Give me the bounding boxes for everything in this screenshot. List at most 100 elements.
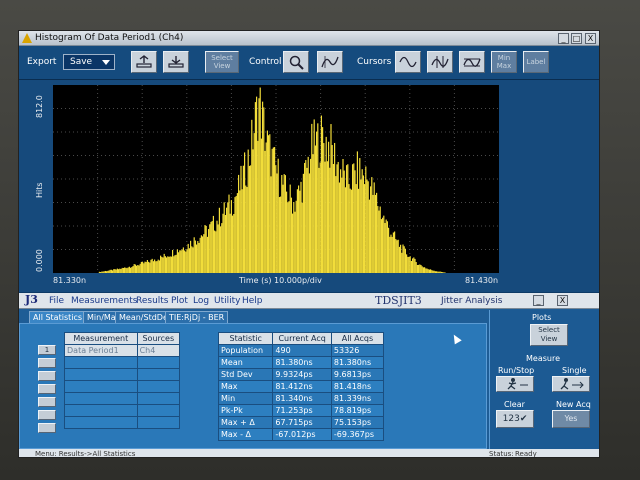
source-cell[interactable] bbox=[136, 392, 181, 405]
close-button[interactable]: X bbox=[585, 33, 596, 44]
tab-all-statistics[interactable]: All Statistics bbox=[29, 311, 87, 323]
app-close-button[interactable]: X bbox=[557, 295, 568, 306]
zoom-button[interactable] bbox=[283, 51, 309, 73]
histogram-bar bbox=[374, 194, 376, 273]
histogram-bar bbox=[347, 164, 349, 273]
table-row[interactable] bbox=[64, 368, 181, 381]
measurement-cell[interactable] bbox=[64, 416, 138, 429]
single-step-icon bbox=[560, 378, 584, 390]
export-up-button[interactable] bbox=[131, 51, 157, 73]
select-view-button[interactable]: Select View bbox=[205, 51, 239, 73]
histogram-bar bbox=[302, 173, 304, 273]
clear-label: Clear bbox=[504, 400, 525, 409]
current-acq-cell: 9.9324ps bbox=[272, 368, 332, 381]
cursor-horizontal-button[interactable] bbox=[459, 51, 485, 73]
histogram-bar bbox=[389, 236, 391, 273]
source-cell[interactable]: Ch4 bbox=[136, 344, 181, 357]
waveform-button[interactable] bbox=[317, 51, 343, 73]
menu-log[interactable]: Log bbox=[193, 296, 209, 306]
measurement-cell[interactable]: Data Period1 bbox=[64, 344, 138, 357]
histogram-bar bbox=[325, 136, 327, 273]
export-down-button[interactable] bbox=[163, 51, 189, 73]
app-minimize-button[interactable]: _ bbox=[533, 295, 544, 306]
clear-button[interactable]: 123✔ bbox=[496, 410, 534, 428]
row-select-button[interactable] bbox=[38, 410, 56, 420]
histogram-bar bbox=[406, 254, 408, 273]
menu-help[interactable]: Help bbox=[242, 296, 263, 306]
source-cell[interactable] bbox=[136, 356, 181, 369]
statistic-cell: Max + Δ bbox=[217, 416, 274, 429]
histogram-bar bbox=[431, 270, 433, 273]
row-select-button[interactable] bbox=[38, 397, 56, 407]
menu-measurements[interactable]: Measurements bbox=[71, 296, 137, 306]
table-row[interactable] bbox=[64, 392, 181, 405]
run-stop-button[interactable] bbox=[496, 376, 534, 392]
result-tabs: All Statistics Min/Max Mean/StdDev TIE:R… bbox=[19, 310, 487, 323]
table-row[interactable] bbox=[64, 416, 181, 429]
table-row[interactable] bbox=[64, 356, 181, 369]
all-acqs-cell: 9.6813ps bbox=[330, 368, 385, 381]
histogram-bar bbox=[296, 189, 298, 273]
histogram-bar bbox=[176, 249, 178, 273]
min-max-button[interactable]: Min Max bbox=[491, 51, 517, 73]
all-acqs-cell: 81.380ns bbox=[330, 356, 385, 369]
histogram-bar bbox=[188, 248, 190, 273]
histogram-bar bbox=[167, 256, 169, 273]
histogram-bar bbox=[388, 227, 390, 273]
cursor-vertical-button[interactable] bbox=[427, 51, 453, 73]
plots-label: Plots bbox=[532, 313, 552, 322]
histogram-bar bbox=[402, 244, 404, 273]
export-label: Export bbox=[27, 57, 57, 67]
save-dropdown[interactable]: Save bbox=[63, 54, 115, 70]
table-row[interactable] bbox=[64, 380, 181, 393]
histogram-bar bbox=[106, 271, 108, 273]
current-acq-cell: 67.715ps bbox=[272, 416, 332, 429]
histogram-bar bbox=[209, 224, 211, 273]
measurement-cell[interactable] bbox=[64, 392, 138, 405]
source-cell[interactable] bbox=[136, 416, 181, 429]
cursor-wave-button[interactable] bbox=[395, 51, 421, 73]
table-row[interactable]: Data Period1 Ch4 bbox=[64, 344, 181, 357]
menu-results[interactable]: Results bbox=[136, 296, 169, 306]
source-cell[interactable] bbox=[136, 380, 181, 393]
histogram-bar bbox=[367, 181, 369, 273]
minimize-button[interactable]: _ bbox=[558, 33, 569, 44]
row-select-button[interactable] bbox=[38, 358, 56, 368]
row-select-button[interactable]: 1 bbox=[38, 345, 56, 355]
histogram-bar bbox=[362, 175, 364, 273]
histogram-bar bbox=[391, 236, 393, 273]
menu-utility[interactable]: Utility bbox=[214, 296, 240, 306]
row-select-button[interactable] bbox=[38, 371, 56, 381]
histogram-bar bbox=[204, 225, 206, 273]
measurement-cell[interactable] bbox=[64, 368, 138, 381]
row-select-button[interactable] bbox=[38, 384, 56, 394]
histogram-bar bbox=[235, 195, 237, 273]
tab-tie-rjdj-ber[interactable]: TIE:RjDj - BER bbox=[165, 311, 229, 323]
measurement-cell[interactable] bbox=[64, 356, 138, 369]
histogram-bar bbox=[169, 256, 171, 273]
measurement-cell[interactable] bbox=[64, 380, 138, 393]
histogram-bar bbox=[404, 248, 406, 273]
histogram-bar bbox=[259, 87, 261, 273]
histogram-bar bbox=[326, 161, 328, 273]
histogram-bar bbox=[430, 269, 432, 273]
plots-select-view-button[interactable]: Select View bbox=[530, 324, 568, 346]
new-acq-yes-button[interactable]: Yes bbox=[552, 410, 590, 428]
measurement-cell[interactable] bbox=[64, 404, 138, 417]
histogram-bar bbox=[277, 158, 279, 273]
maximize-button[interactable]: □ bbox=[571, 33, 582, 44]
row-select-button[interactable] bbox=[38, 423, 56, 433]
menu-file[interactable]: File bbox=[49, 296, 64, 306]
source-cell[interactable] bbox=[136, 404, 181, 417]
label-button[interactable]: Label bbox=[523, 51, 549, 73]
source-cell[interactable] bbox=[136, 368, 181, 381]
menu-plot[interactable]: Plot bbox=[171, 296, 188, 306]
table-row[interactable] bbox=[64, 404, 181, 417]
histogram-bar bbox=[288, 201, 290, 273]
histogram-bar bbox=[191, 246, 193, 273]
histogram-bar bbox=[313, 119, 315, 273]
histogram-bar bbox=[132, 266, 134, 273]
histogram-bar bbox=[289, 184, 291, 273]
single-button[interactable] bbox=[552, 376, 590, 392]
histogram-bar bbox=[252, 149, 254, 273]
